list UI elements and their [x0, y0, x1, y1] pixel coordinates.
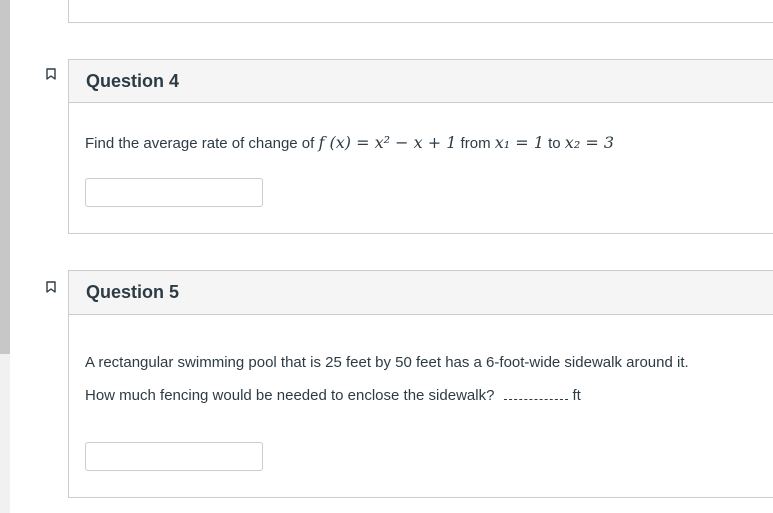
flag-question-icon[interactable] [44, 281, 58, 295]
question-title: Question 4 [86, 70, 180, 91]
question-text-line-1: A rectangular swimming pool that is 25 f… [85, 354, 689, 371]
prompt-prefix: Find the average rate of change of [85, 135, 319, 152]
flag-question-icon[interactable] [44, 68, 58, 82]
x1-expression: x₁ = 1 [494, 133, 544, 152]
question-text: How much fencing would be needed to encl… [85, 387, 495, 404]
blank-line [504, 386, 569, 400]
scrollbar-thumb[interactable] [0, 0, 10, 354]
question-body: A rectangular swimming pool that is 25 f… [69, 315, 773, 471]
question-header: Question 5 [69, 271, 773, 315]
question-title: Question 5 [86, 282, 180, 302]
question-5-card: Question 5 A rectangular swimming pool t… [68, 270, 773, 498]
to-label: to [543, 135, 565, 152]
from-label: from [456, 135, 495, 152]
question-text: Find the average rate of change of f (x)… [85, 133, 757, 154]
previous-question-card [68, 0, 773, 23]
answer-input[interactable] [85, 178, 263, 207]
x2-expression: x₂ = 3 [564, 133, 614, 152]
unit-label: ft [572, 387, 581, 404]
question-header: Question 4 [69, 60, 773, 103]
scrollbar-track [0, 354, 10, 513]
question-4-card: Question 4 Find the average rate of chan… [68, 59, 773, 234]
question-body: Find the average rate of change of f (x)… [69, 103, 773, 207]
answer-input[interactable] [85, 442, 263, 471]
question-text-line-2: How much fencing would be needed to encl… [85, 386, 757, 406]
function-expression: f (x) = x² − x + 1 [318, 133, 457, 152]
